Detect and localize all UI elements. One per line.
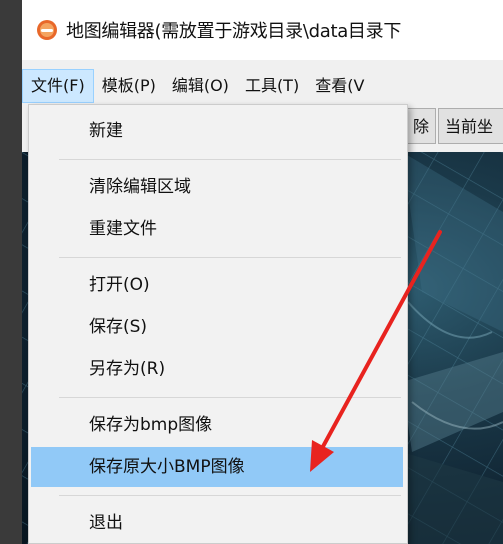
menu-file[interactable]: 文件(F) — [22, 69, 94, 103]
menu-separator — [59, 257, 401, 258]
menu-separator — [59, 159, 401, 160]
background-window-edge — [0, 0, 22, 544]
menu-separator — [59, 495, 401, 496]
menu-item-exit[interactable]: 退出 — [31, 503, 403, 543]
menu-item-save[interactable]: 保存(S) — [31, 307, 403, 347]
app-icon — [37, 20, 57, 40]
title-bar: 地图编辑器(需放置于游戏目录\data目录下 — [22, 0, 503, 60]
current-coords-button[interactable]: 当前坐 — [438, 108, 503, 144]
menu-template[interactable]: 模板(P) — [94, 69, 164, 103]
menu-view[interactable]: 查看(V — [307, 69, 372, 103]
menu-item-rebuild-file[interactable]: 重建文件 — [31, 209, 403, 249]
menu-item-clear-edit-area[interactable]: 清除编辑区域 — [31, 167, 403, 207]
menu-separator — [59, 397, 401, 398]
window-title: 地图编辑器(需放置于游戏目录\data目录下 — [66, 21, 402, 42]
menu-edit[interactable]: 编辑(O) — [164, 69, 237, 103]
file-menu-dropdown: 新建 清除编辑区域 重建文件 打开(O) 保存(S) 另存为(R) 保存为bmp… — [28, 104, 408, 544]
menu-item-open[interactable]: 打开(O) — [31, 265, 403, 305]
menu-item-save-bmp[interactable]: 保存为bmp图像 — [31, 405, 403, 445]
menu-item-new[interactable]: 新建 — [31, 111, 403, 151]
menu-item-save-original-size-bmp[interactable]: 保存原大小BMP图像 — [31, 447, 403, 487]
menu-tools[interactable]: 工具(T) — [237, 69, 307, 103]
menu-item-save-as[interactable]: 另存为(R) — [31, 349, 403, 389]
menu-bar: 文件(F) 模板(P) 编辑(O) 工具(T) 查看(V — [22, 68, 503, 104]
